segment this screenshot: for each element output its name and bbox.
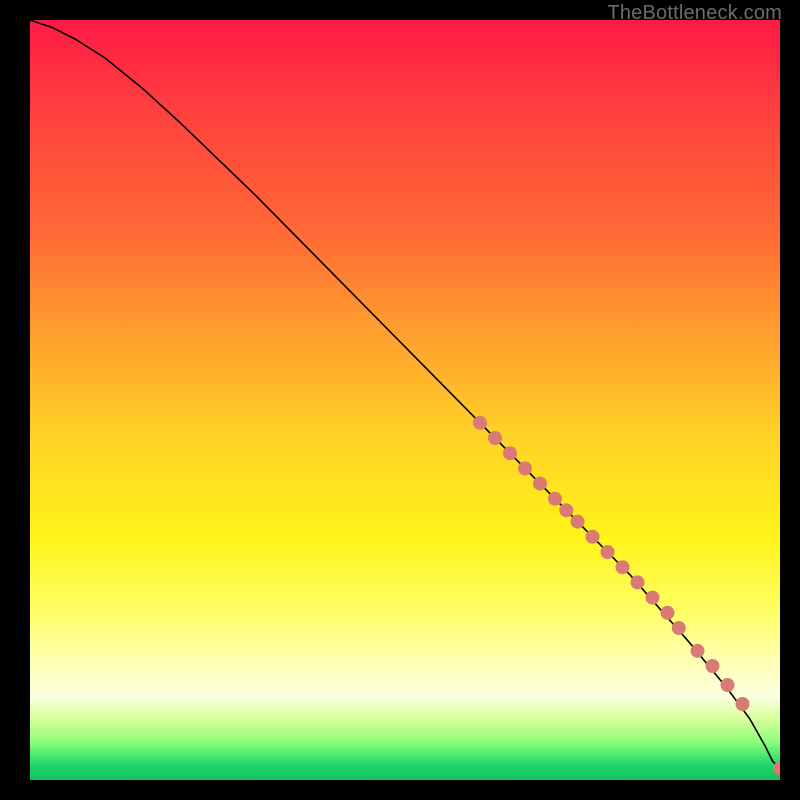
chart-data-point [721,678,735,692]
chart-data-point [548,492,562,506]
chart-data-point [616,560,630,574]
chart-data-point [601,545,615,559]
chart-curve-line [30,20,780,769]
chart-data-point [473,416,487,430]
chart-data-point [488,431,502,445]
chart-data-point [533,477,547,491]
chart-data-point [586,530,600,544]
chart-overlay [30,20,780,780]
chart-data-point [518,461,532,475]
chart-data-point [571,515,585,529]
chart-data-point [503,446,517,460]
chart-data-point [691,644,705,658]
chart-data-point [661,606,675,620]
chart-data-point [706,659,720,673]
chart-frame [30,20,780,780]
chart-data-point [631,575,645,589]
chart-data-point [672,621,686,635]
chart-scatter-group [473,416,780,776]
chart-data-point [559,503,573,517]
chart-data-point [646,591,660,605]
chart-data-point [736,697,750,711]
